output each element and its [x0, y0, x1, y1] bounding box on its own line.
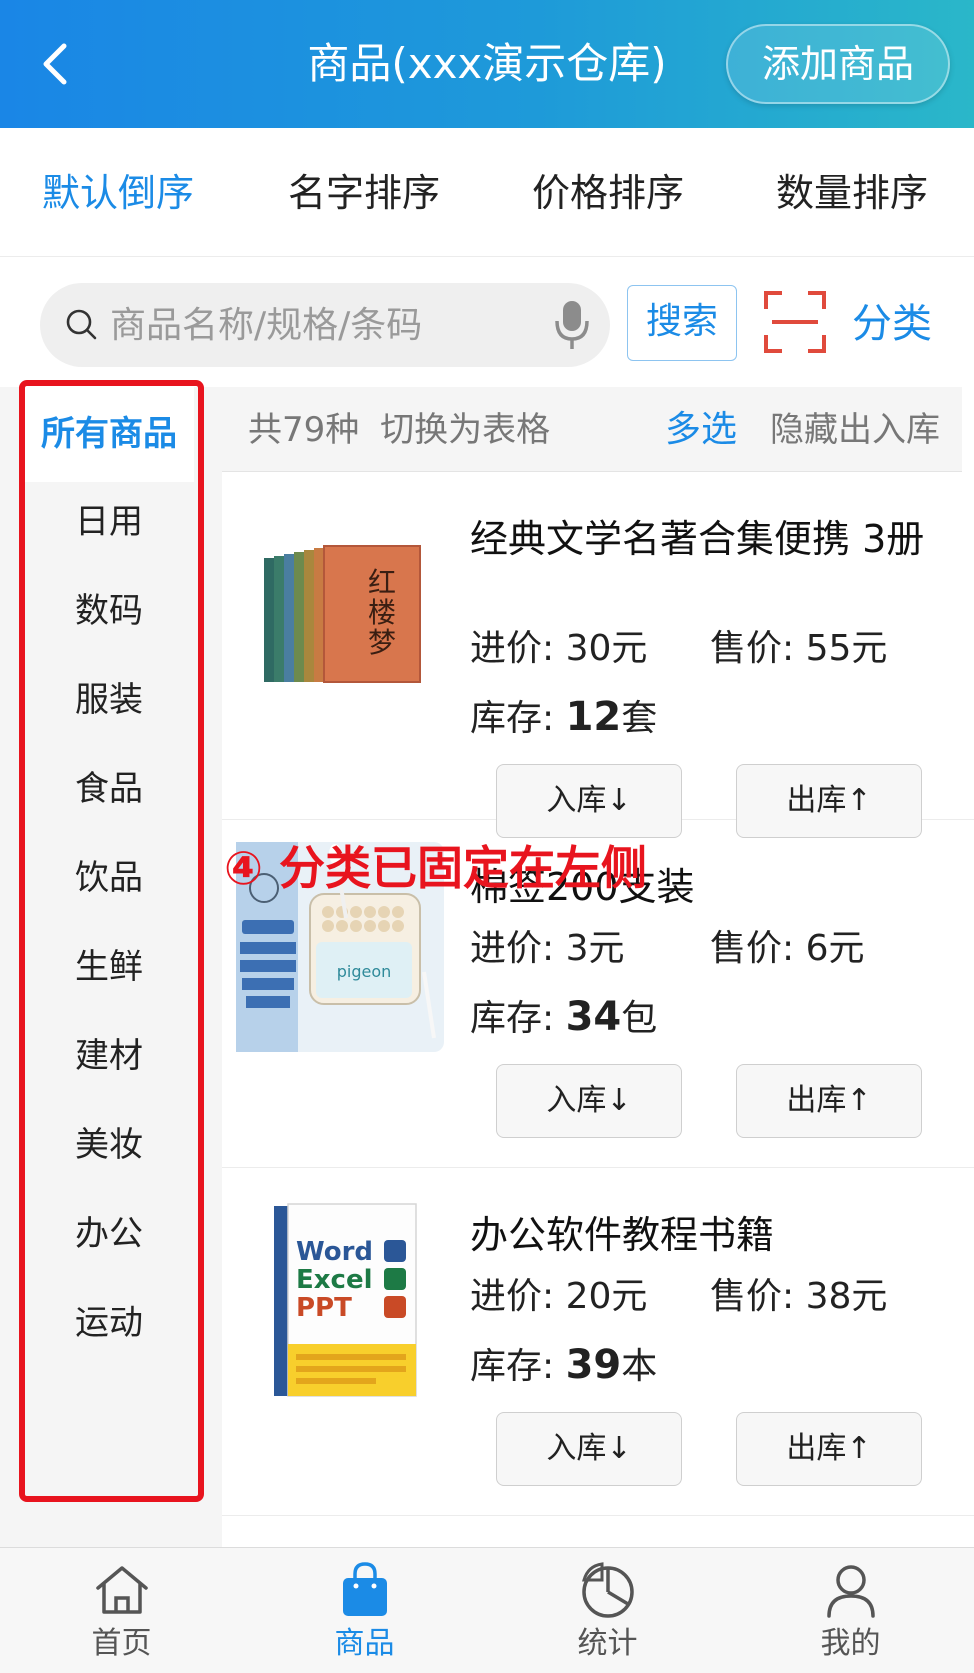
stock-out-button[interactable]: 出库↑	[736, 1064, 922, 1138]
tab-mine-label: 我的	[820, 1626, 881, 1661]
tab-products[interactable]: 商品	[243, 1548, 486, 1673]
tab-statistics-label: 统计	[577, 1626, 638, 1661]
svg-text:PPT: PPT	[296, 1293, 352, 1323]
tab-sort-quantity[interactable]: 数量排序	[776, 168, 928, 218]
svg-text:楼: 楼	[368, 596, 396, 629]
add-product-button[interactable]: 添加商品	[726, 24, 950, 104]
stock-in-button[interactable]: 入库↓	[496, 1064, 682, 1138]
home-icon	[96, 1566, 148, 1614]
page-title: 商品(xxx演示仓库)	[307, 39, 667, 88]
product-list: 共79种 切换为表格 多选 隐藏出入库 红 楼 梦 经典文学名著合集便携 3册	[222, 387, 974, 1547]
header-bar: 商品(xxx演示仓库) 添加商品	[0, 0, 974, 128]
tab-statistics[interactable]: 统计	[486, 1548, 729, 1673]
office-book-image: Word Excel PPT	[236, 1194, 444, 1404]
sidebar-item-daily[interactable]: 日用	[24, 475, 194, 570]
stock-quantity: 库存: 12套	[470, 694, 658, 740]
shopping-bag-icon	[343, 1562, 387, 1616]
search-box	[40, 283, 610, 367]
sidebar-item-food[interactable]: 食品	[24, 742, 194, 837]
list-item[interactable]: Word Excel PPT 办公软件教程书籍 进价: 20元 售价: 38元 …	[222, 1168, 974, 1516]
list-item[interactable]: 红 楼 梦 经典文学名著合集便携 3册 进价: 30元 售价: 55元 库存: …	[222, 472, 974, 838]
stock-in-button[interactable]: 入库↓	[496, 1412, 682, 1486]
pie-chart-icon	[582, 1562, 634, 1618]
search-input[interactable]	[110, 283, 540, 367]
switch-to-table-link[interactable]: 切换为表格	[380, 410, 550, 450]
sidebar-item-office[interactable]: 办公	[24, 1187, 194, 1282]
search-button[interactable]: 搜索	[627, 285, 737, 361]
book-set-image: 红 楼 梦	[236, 514, 444, 724]
sidebar-item-clothing[interactable]: 服装	[24, 653, 194, 748]
tab-sort-name[interactable]: 名字排序	[288, 168, 440, 218]
sort-tabs: 默认倒序 名字排序 价格排序 数量排序	[0, 128, 974, 257]
category-sidebar: 所有商品 日用 数码 服装 食品 饮品 生鲜 建材 美妆 办公 运动	[0, 387, 208, 1547]
search-icon	[66, 309, 97, 340]
back-button[interactable]	[26, 34, 86, 94]
tab-mine[interactable]: 我的	[729, 1548, 972, 1673]
hide-inout-button[interactable]: 隐藏出入库	[770, 405, 940, 455]
tab-home-label: 首页	[91, 1626, 152, 1661]
tab-home[interactable]: 首页	[0, 1548, 243, 1673]
stock-out-button[interactable]: 出库↑	[736, 1412, 922, 1486]
svg-text:Word: Word	[296, 1237, 373, 1267]
search-row: 搜索 分类	[0, 257, 974, 387]
sale-price: 售价: 38元	[710, 1276, 888, 1317]
sidebar-item-sports[interactable]: 运动	[24, 1276, 194, 1371]
item-count: 共79种	[248, 410, 360, 450]
cost-price: 进价: 30元	[470, 628, 648, 669]
chevron-left-icon	[43, 43, 67, 85]
stock-quantity: 库存: 34包	[470, 994, 658, 1040]
svg-text:红: 红	[368, 566, 396, 599]
annotation-text: ④ 分类已固定在左侧	[224, 841, 647, 895]
sale-price: 售价: 6元	[710, 928, 865, 969]
tab-sort-price[interactable]: 价格排序	[532, 168, 684, 218]
sidebar-item-fresh[interactable]: 生鲜	[24, 920, 194, 1015]
svg-text:pigeon: pigeon	[337, 962, 392, 981]
cost-price: 进价: 20元	[470, 1276, 648, 1317]
product-name: 经典文学名著合集便携 3册	[470, 517, 925, 561]
multi-select-button[interactable]: 多选	[665, 405, 737, 455]
tab-products-label: 商品	[334, 1626, 395, 1661]
sidebar-item-all[interactable]: 所有商品	[24, 387, 194, 482]
sidebar-item-beauty[interactable]: 美妆	[24, 1098, 194, 1193]
bottom-tab-bar: 首页 商品 统计 我的	[0, 1547, 974, 1673]
sidebar-item-drinks[interactable]: 饮品	[24, 831, 194, 926]
svg-text:Excel: Excel	[296, 1265, 373, 1295]
product-name: 办公软件教程书籍	[470, 1213, 775, 1257]
tab-default-desc[interactable]: 默认倒序	[42, 168, 194, 218]
sidebar-item-building[interactable]: 建材	[24, 1009, 194, 1104]
item-count-text: 共79种 切换为表格	[248, 405, 550, 455]
sidebar-item-digital[interactable]: 数码	[24, 564, 194, 659]
svg-text:梦: 梦	[368, 626, 396, 659]
user-icon	[827, 1565, 875, 1618]
cost-price: 进价: 3元	[470, 928, 625, 969]
category-button[interactable]: 分类	[852, 297, 932, 351]
microphone-icon[interactable]	[550, 297, 594, 353]
list-info-bar: 共79种 切换为表格 多选 隐藏出入库	[222, 387, 962, 472]
sale-price: 售价: 55元	[710, 628, 888, 669]
scan-icon[interactable]	[764, 291, 826, 353]
stock-quantity: 库存: 39本	[470, 1342, 658, 1388]
